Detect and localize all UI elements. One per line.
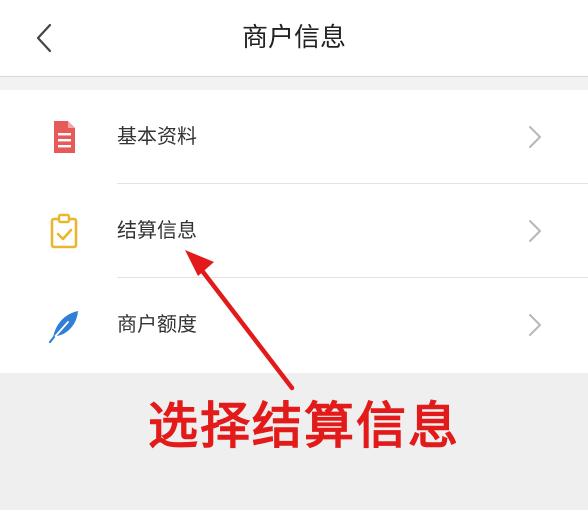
feather-icon [48, 311, 78, 344]
navigation-bar: 商户信息 [0, 0, 588, 77]
section-gap [0, 77, 588, 90]
menu-list: 基本资料 结算信息 商户额度 [0, 90, 588, 373]
clipboard-check-icon [50, 213, 78, 249]
menu-item-label: 结算信息 [117, 218, 197, 242]
menu-item-merchant-quota[interactable]: 商户额度 [0, 278, 588, 372]
menu-item-label: 基本资料 [117, 124, 197, 148]
annotation-label: 选择结算信息 [148, 397, 460, 455]
menu-item-basic-info[interactable]: 基本资料 [0, 90, 588, 184]
chevron-right-icon [529, 126, 541, 148]
menu-item-settlement-info[interactable]: 结算信息 [0, 184, 588, 278]
document-icon [54, 121, 75, 153]
page-title: 商户信息 [241, 23, 346, 53]
chevron-right-icon [529, 314, 541, 336]
chevron-right-icon [529, 220, 541, 242]
menu-item-label: 商户额度 [117, 312, 197, 336]
